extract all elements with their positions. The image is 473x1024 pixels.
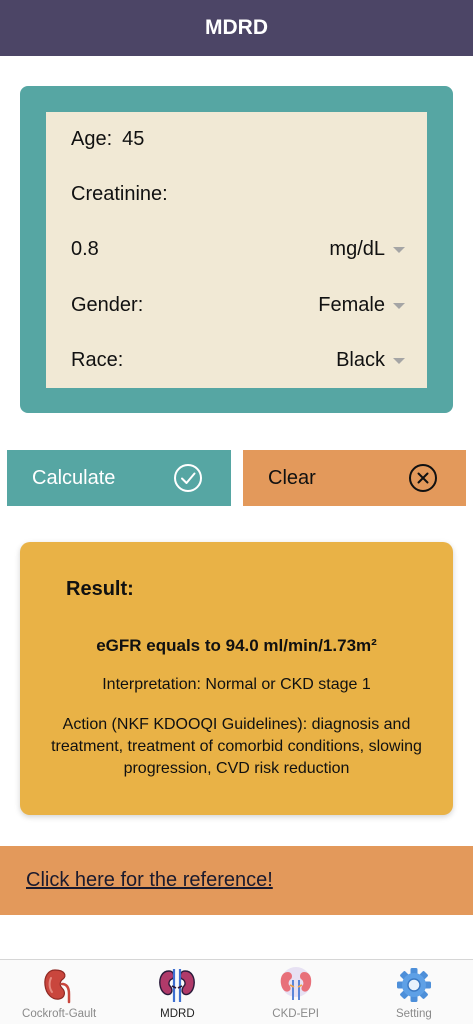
race-row: Race: Black	[71, 345, 405, 375]
creatinine-row: 0.8 mg/dL	[71, 234, 405, 264]
input-card: Age: 45 Creatinine: 0.8 mg/dL Gender: Fem…	[20, 86, 453, 413]
page-title: MDRD	[205, 16, 268, 39]
tab-bar: Cockroft-Gault MDRD CKD-EPI Setting	[0, 959, 473, 1024]
chevron-down-icon	[393, 247, 405, 253]
tab-label: MDRD	[160, 1008, 195, 1020]
input-panel: Age: 45 Creatinine: 0.8 mg/dL Gender: Fem…	[46, 112, 427, 388]
age-label: Age:	[71, 127, 113, 150]
unit-select[interactable]: mg/dL	[329, 238, 405, 261]
kidneys-light-icon	[280, 967, 311, 1000]
reference-link[interactable]: Click here for the reference!	[26, 869, 273, 892]
tab-cockroft-gault[interactable]: Cockroft-Gault	[0, 960, 118, 1024]
calculate-label: Calculate	[32, 466, 116, 489]
check-circle-icon	[174, 464, 202, 492]
tab-setting[interactable]: Setting	[355, 960, 473, 1024]
reference-bar: Click here for the reference!	[0, 846, 473, 915]
gender-selected-value: Female	[318, 293, 385, 316]
kidney-icon	[44, 969, 71, 1004]
egfr-result: eGFR equals to 94.0 ml/min/1.73m²	[96, 636, 377, 655]
header-bar: MDRD	[0, 0, 473, 56]
close-circle-icon	[409, 464, 437, 492]
chevron-down-icon	[393, 303, 405, 309]
tab-label: Setting	[395, 1008, 432, 1020]
result-heading: Result:	[66, 578, 134, 600]
clear-label: Clear	[268, 466, 316, 489]
action-text: Action (NKF KDOOQI Guidelines): diagnosi…	[51, 716, 422, 777]
unit-selected-value: mg/dL	[329, 237, 385, 260]
gear-icon	[396, 968, 431, 1002]
tab-label: CKD-EPI	[272, 1008, 319, 1020]
gender-row: Gender: Female	[71, 290, 405, 320]
result-card: Result: eGFR equals to 94.0 ml/min/1.73m…	[20, 542, 453, 815]
kidneys-icon	[159, 969, 196, 1002]
interpretation-text: Interpretation: Normal or CKD stage 1	[102, 676, 371, 693]
tab-ckd-epi[interactable]: CKD-EPI	[237, 960, 355, 1024]
age-field[interactable]: Age: 45	[71, 128, 154, 151]
calculate-button[interactable]: Calculate	[7, 450, 231, 506]
gender-label: Gender:	[71, 293, 144, 316]
chevron-down-icon	[393, 358, 405, 364]
race-selected-value: Black	[336, 348, 385, 371]
race-label: Race:	[71, 348, 124, 371]
gender-select[interactable]: Female	[318, 294, 405, 317]
race-select[interactable]: Black	[336, 349, 405, 372]
age-row[interactable]: Age: 45	[71, 124, 405, 154]
tab-label: Cockroft-Gault	[22, 1008, 97, 1020]
age-value[interactable]: 45	[122, 128, 144, 150]
tab-mdrd[interactable]: MDRD	[118, 960, 236, 1024]
clear-button[interactable]: Clear	[243, 450, 466, 506]
creatinine-label-row: Creatinine:	[71, 179, 405, 209]
creatinine-label: Creatinine:	[71, 182, 168, 205]
creatinine-input[interactable]: 0.8	[71, 238, 99, 261]
